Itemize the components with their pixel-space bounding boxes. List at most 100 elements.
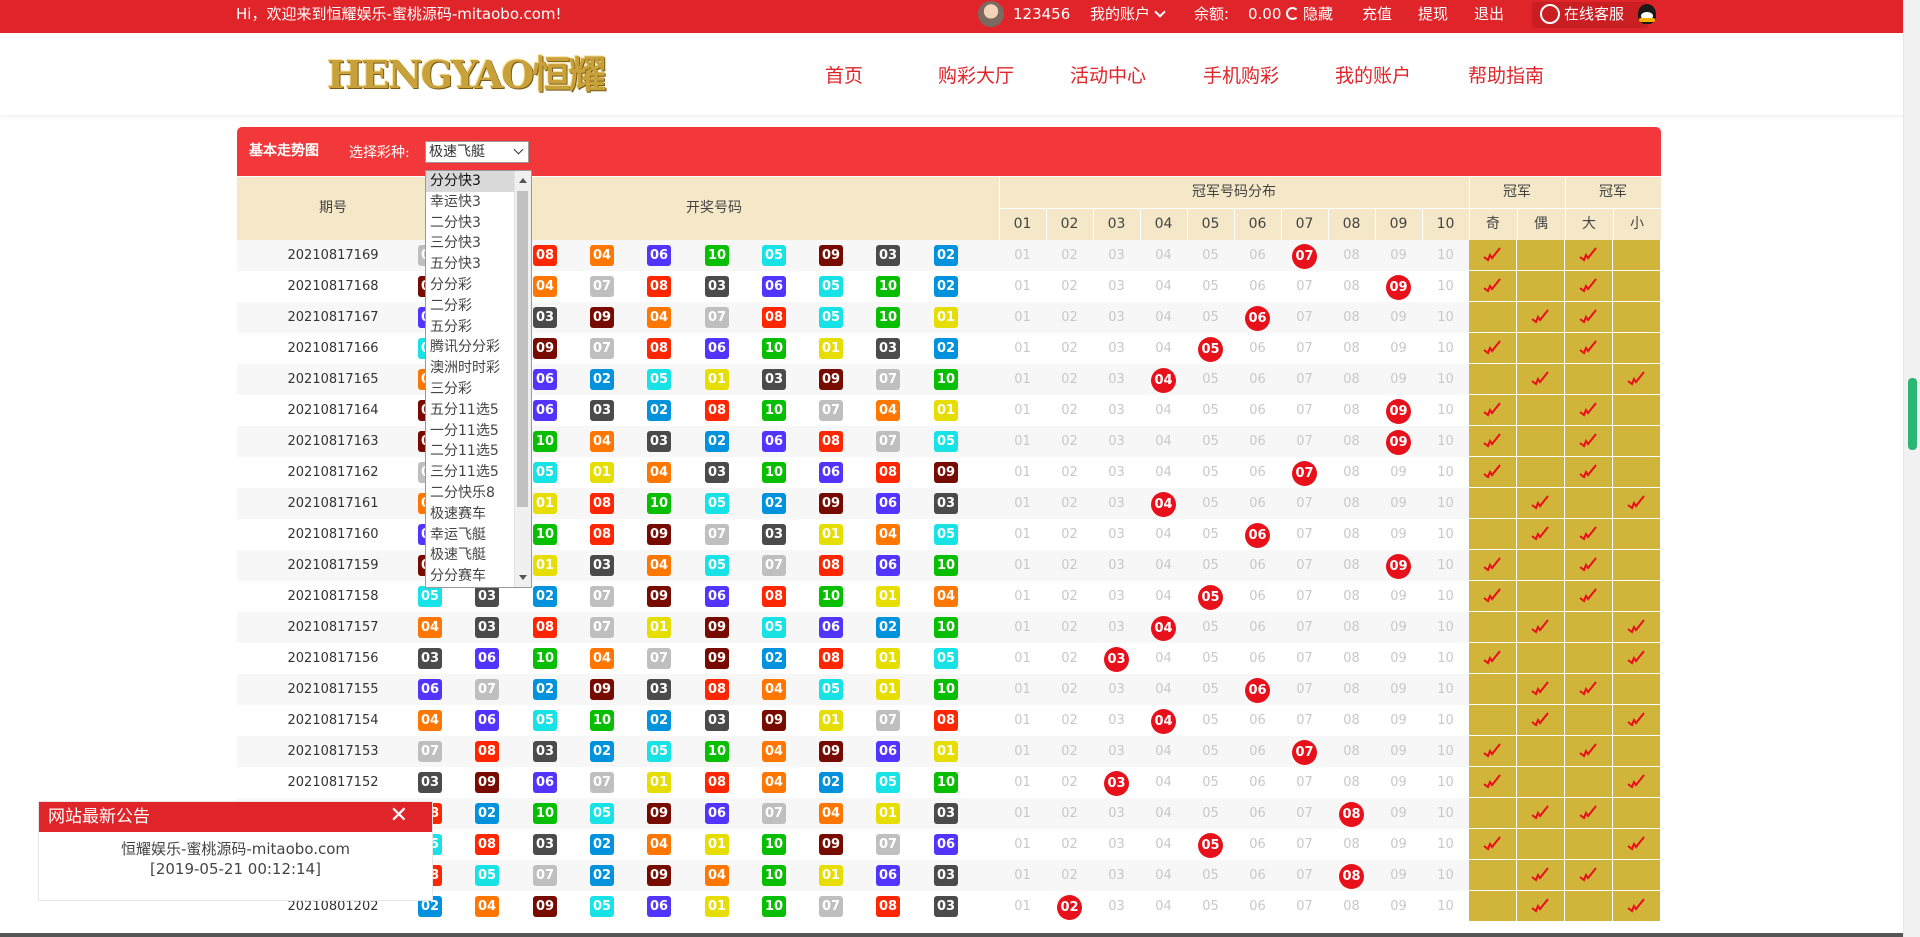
dist-cell: 01 <box>1014 837 1031 852</box>
draw-ball: 01 <box>934 741 958 762</box>
dist-cell: 06 <box>1249 868 1266 883</box>
even-header: 偶 <box>1534 216 1548 232</box>
small-cell <box>1613 302 1661 333</box>
draw-ball: 02 <box>647 400 671 421</box>
draw-ball: 08 <box>762 307 786 328</box>
draw-ball: 09 <box>475 772 499 793</box>
draw-ball: 10 <box>762 896 786 917</box>
dist-cell: 06 <box>1249 341 1266 356</box>
withdraw-link[interactable]: 提现 <box>1418 0 1448 28</box>
draw-ball: 01 <box>876 586 900 607</box>
draw-ball: 04 <box>762 772 786 793</box>
notice-text[interactable]: 恒耀娱乐-蜜桃源码-mitaobo.com <box>39 839 432 859</box>
check-icon <box>1483 278 1501 293</box>
dist-cell: 10 <box>1437 465 1454 480</box>
online-service-label: 在线客服 <box>1564 5 1625 23</box>
page-scrollbar[interactable] <box>1903 0 1920 937</box>
chevron-down-icon <box>513 144 524 155</box>
dist-cell: 01 <box>1014 744 1031 759</box>
dist-cell: 05 <box>1202 651 1219 666</box>
draw-ball: 08 <box>533 245 557 266</box>
dist-cell: 08 <box>1343 558 1360 573</box>
issue-number: 20210817159 <box>287 558 379 573</box>
lottery-select[interactable]: 极速飞艇 <box>425 141 529 163</box>
qq-icon[interactable] <box>1638 4 1656 24</box>
champion-hit: 09 <box>1386 554 1411 579</box>
dropdown-scroll-thumb[interactable] <box>517 191 528 507</box>
header-divider <box>1517 208 1518 240</box>
nav-home[interactable]: 首页 <box>825 61 863 88</box>
page-scroll-thumb[interactable] <box>1908 378 1917 450</box>
dist-cell: 09 <box>1390 465 1407 480</box>
draw-ball: 06 <box>762 276 786 297</box>
dist-cell: 07 <box>1296 620 1313 635</box>
small-cell <box>1613 333 1661 364</box>
lottery-dropdown-list[interactable]: 分分快3 幸运快3 二分快3 三分快3 五分快3 分分彩 二分彩 五分彩 腾讯分分彩 澳洲时时彩三… <box>425 170 532 588</box>
dist-cell: 05 <box>1202 620 1219 635</box>
dist-cell: 08 <box>1343 744 1360 759</box>
dist-cell: 06 <box>1249 496 1266 511</box>
check-icon <box>1579 681 1597 696</box>
nav-my-account[interactable]: 我的账户 <box>1335 61 1411 88</box>
table-row: 0802100509060704010301020304050607080910 <box>237 798 1661 829</box>
dist-cell: 05 <box>1202 527 1219 542</box>
small-cell <box>1613 736 1661 767</box>
nav-mobile[interactable]: 手机购彩 <box>1203 61 1279 88</box>
draw-ball: 08 <box>819 555 843 576</box>
hide-balance-button[interactable]: 隐藏 <box>1282 0 1333 28</box>
logout-link[interactable]: 退出 <box>1474 0 1504 28</box>
header-divider <box>1375 208 1376 240</box>
nav-lottery-hall[interactable]: 购彩大厅 <box>938 61 1014 88</box>
odd-cell <box>1469 891 1517 922</box>
scroll-up-icon[interactable] <box>519 178 527 183</box>
draw-ball: 02 <box>762 493 786 514</box>
dist-cell: 07 <box>1296 372 1313 387</box>
dist-cell: 09 <box>1390 775 1407 790</box>
dist-cell: 01 <box>1014 868 1031 883</box>
draw-ball: 04 <box>647 462 671 483</box>
logo[interactable]: HENGYAO恒耀 <box>327 53 606 97</box>
dist-cell: 04 <box>1155 465 1172 480</box>
avatar[interactable] <box>978 1 1004 27</box>
recharge-link[interactable]: 充值 <box>1362 0 1392 28</box>
draw-ball: 09 <box>819 369 843 390</box>
account-menu[interactable]: 我的账户 <box>1090 0 1166 28</box>
even-cell <box>1517 674 1565 705</box>
check-icon <box>1531 495 1549 510</box>
dist-cell: 03 <box>1108 496 1125 511</box>
scroll-down-icon[interactable] <box>519 575 527 580</box>
odd-cell <box>1469 612 1517 643</box>
header-divider <box>1328 208 1329 240</box>
odd-cell <box>1469 395 1517 426</box>
check-icon <box>1483 650 1501 665</box>
dist-cell: 04 <box>1155 403 1172 418</box>
dist-cell: 09 <box>1390 310 1407 325</box>
draw-ball: 06 <box>934 834 958 855</box>
close-icon[interactable]: ✕ <box>390 802 408 830</box>
dist-cell: 01 <box>1014 341 1031 356</box>
issue-number: 20210817163 <box>287 434 379 449</box>
check-icon <box>1579 247 1597 262</box>
draw-ball: 09 <box>533 896 557 917</box>
nav-activity[interactable]: 活动中心 <box>1070 61 1146 88</box>
champion-hit: 04 <box>1151 368 1176 393</box>
dist-cell: 09 <box>1390 341 1407 356</box>
nav-help[interactable]: 帮助指南 <box>1468 61 1544 88</box>
draw-ball: 05 <box>819 276 843 297</box>
refresh-icon <box>1286 7 1299 20</box>
draw-ball: 03 <box>876 245 900 266</box>
check-icon <box>1627 650 1645 665</box>
account-menu-label: 我的账户 <box>1090 5 1151 23</box>
draw-ball: 05 <box>705 555 729 576</box>
dropdown-scrollbar[interactable] <box>514 171 531 587</box>
header-divider <box>999 208 1661 209</box>
draw-ball: 09 <box>705 617 729 638</box>
dist-cell: 10 <box>1437 806 1454 821</box>
champion-hit: 08 <box>1339 802 1364 827</box>
small-cell <box>1613 519 1661 550</box>
draw-ball: 08 <box>705 772 729 793</box>
draw-ball: 05 <box>876 772 900 793</box>
online-service[interactable]: 在线客服 <box>1540 0 1624 28</box>
odd-cell <box>1469 457 1517 488</box>
draw-ball: 09 <box>647 524 671 545</box>
